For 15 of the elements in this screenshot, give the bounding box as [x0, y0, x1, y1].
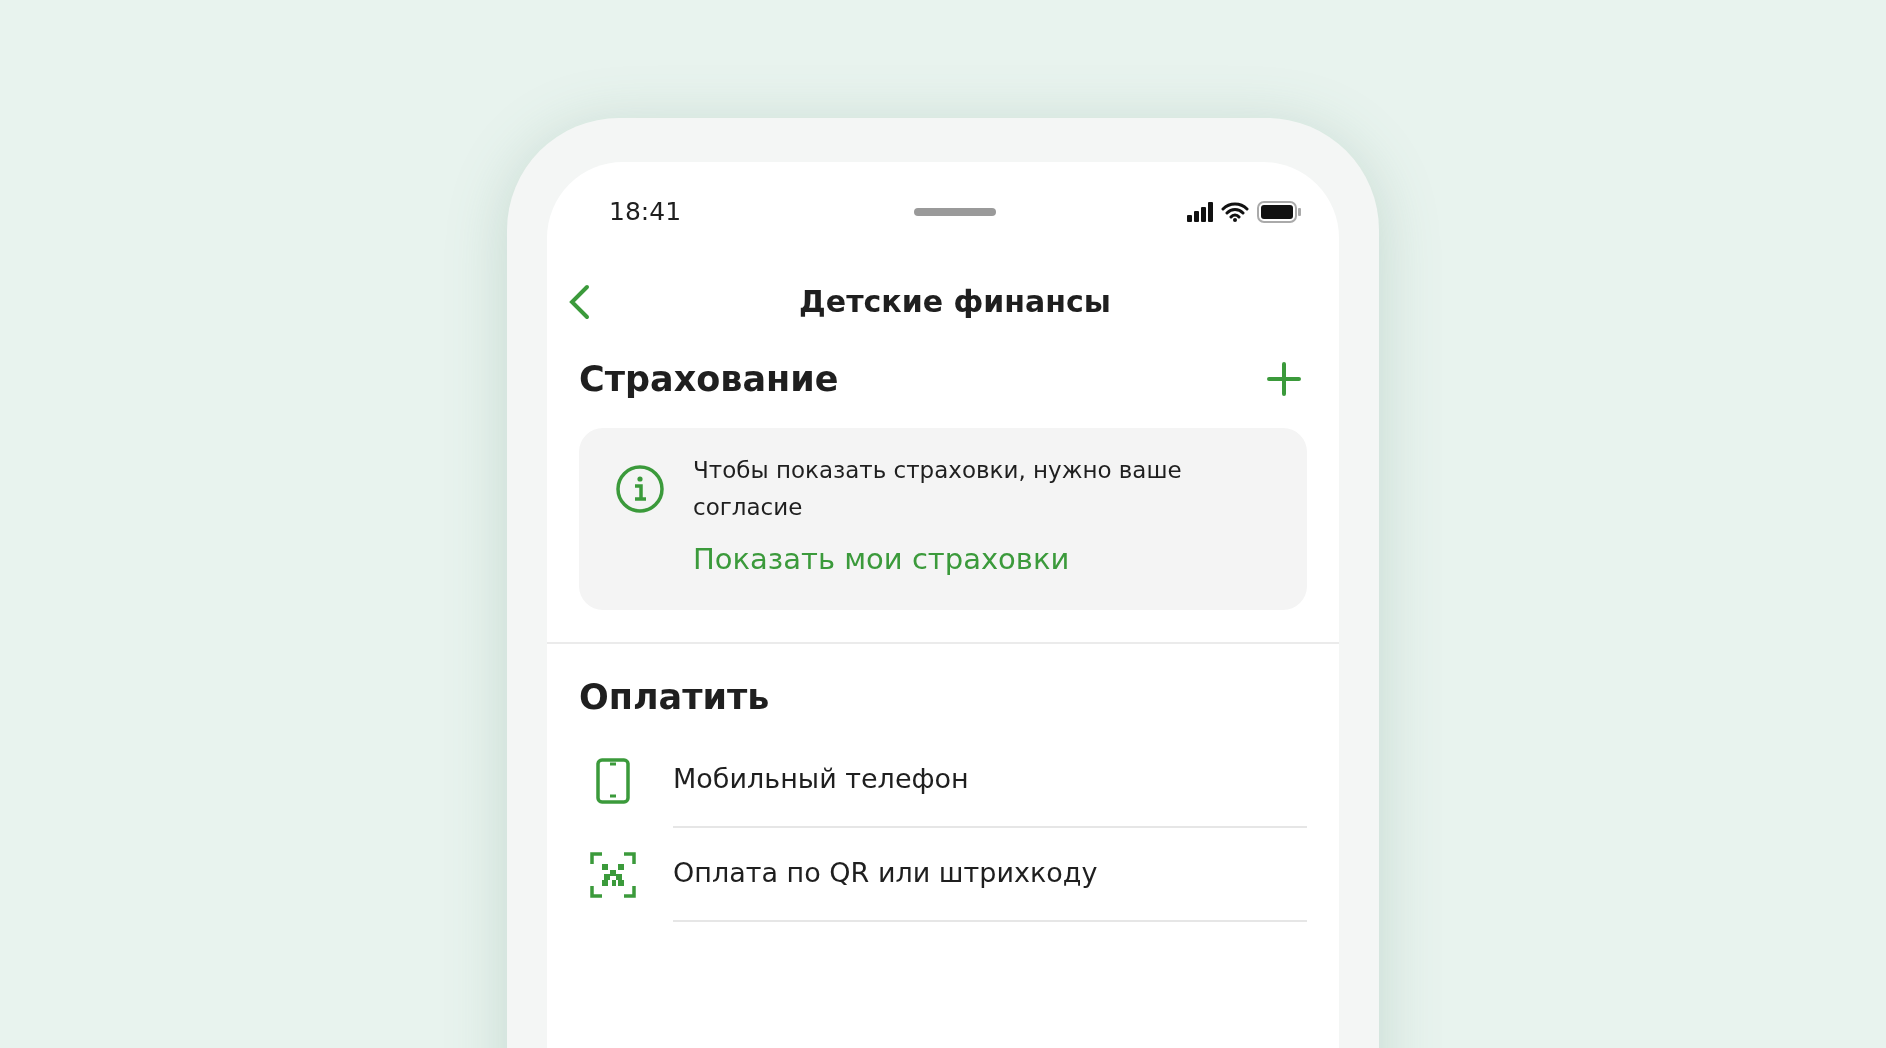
- wifi-icon: [1221, 202, 1249, 222]
- screen-title: Детские финансы: [798, 284, 1112, 320]
- battery-icon: [1257, 201, 1301, 223]
- payment-option[interactable]: Оплата по QR или штрихкоду: [673, 827, 1307, 922]
- info-icon: [615, 464, 665, 514]
- add-button[interactable]: [1267, 362, 1301, 396]
- back-button[interactable]: [567, 284, 591, 320]
- qr-code-icon: [590, 851, 636, 898]
- section-title: Страхование: [579, 358, 839, 400]
- payment-option[interactable]: Мобильный телефон: [673, 733, 1307, 828]
- status-time: 18:41: [609, 196, 683, 229]
- phone-icon: [596, 757, 630, 804]
- notice-text: Чтобы показать страховки, нужно ваше согласие: [693, 456, 1183, 522]
- signal-icon: [1187, 202, 1213, 222]
- section-title: Оплатить: [579, 675, 770, 718]
